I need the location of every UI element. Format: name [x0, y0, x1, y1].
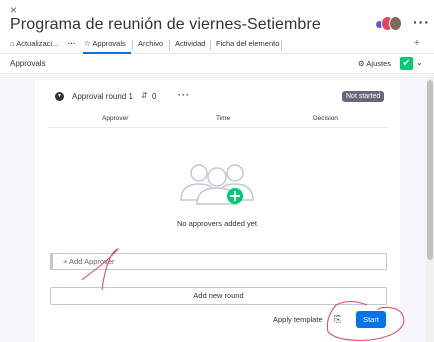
section-title: Approvals	[10, 59, 46, 68]
gear-icon: ⚙	[358, 59, 365, 68]
approvers-count: 0	[152, 92, 157, 101]
template-icon[interactable]: ⎘	[334, 314, 341, 325]
status-badge: Not started	[342, 91, 385, 102]
round-options-icon[interactable]: ···	[178, 90, 190, 100]
column-header-approver: Approver	[102, 115, 129, 122]
star-icon: ☆	[84, 39, 91, 48]
approvers-count-icon: ⇵	[141, 91, 148, 100]
tab-ficha-del-elemento[interactable]: Ficha del elemento	[216, 39, 279, 48]
settings-button[interactable]: ⚙ Ajustes	[358, 59, 391, 68]
add-approver-input[interactable]: + Add Approver	[50, 253, 387, 270]
avatar	[389, 16, 402, 31]
home-icon: ⌂	[10, 39, 15, 48]
checkmark-icon[interactable]: ✔	[400, 57, 413, 70]
column-header-decision: Decision	[313, 115, 338, 122]
start-button[interactable]: Start	[356, 311, 386, 328]
approvals-toolbar: Approvals ⚙ Ajustes ✔ ⌄	[0, 54, 434, 74]
avatar-group[interactable]	[375, 15, 405, 33]
tab-archivo[interactable]: Archivo	[138, 39, 163, 48]
collapse-round-icon[interactable]: ▾	[55, 92, 64, 101]
round-name[interactable]: Approval round 1	[72, 92, 133, 101]
tab-separator	[281, 40, 282, 50]
people-icon	[180, 164, 254, 205]
tab-updates[interactable]: ⌂ Actualizaci...	[10, 39, 58, 48]
tab-separator	[169, 40, 170, 50]
tab-separator	[132, 40, 133, 50]
tab-more-icon[interactable]: ···	[68, 39, 76, 48]
add-tab-icon[interactable]: +	[414, 38, 420, 49]
tab-label: Actualizaci...	[16, 39, 59, 48]
tab-approvals[interactable]: ☆ Approvals	[84, 39, 126, 48]
tab-actividad[interactable]: Actividad	[175, 39, 205, 48]
apply-template-button[interactable]: Apply template	[273, 315, 323, 324]
header-divider	[48, 127, 388, 128]
tab-label: Approvals	[92, 39, 126, 48]
chevron-down-icon[interactable]: ⌄	[416, 58, 423, 67]
more-options-icon[interactable]: ···	[413, 14, 430, 30]
tab-separator	[210, 40, 211, 50]
close-icon[interactable]: ×	[10, 4, 17, 16]
tab-bar: ⌂ Actualizaci... ··· ☆ Approvals Archivo…	[0, 36, 434, 54]
scrollbar-thumb[interactable]	[427, 80, 433, 260]
column-header-time: Time	[216, 115, 231, 122]
add-new-round-button[interactable]: Add new round	[50, 287, 387, 305]
settings-label: Ajustes	[366, 59, 392, 68]
empty-state-text: No approvers added yet	[176, 219, 258, 228]
page-title: Programa de reunión de viernes-Setiembre	[10, 16, 321, 33]
